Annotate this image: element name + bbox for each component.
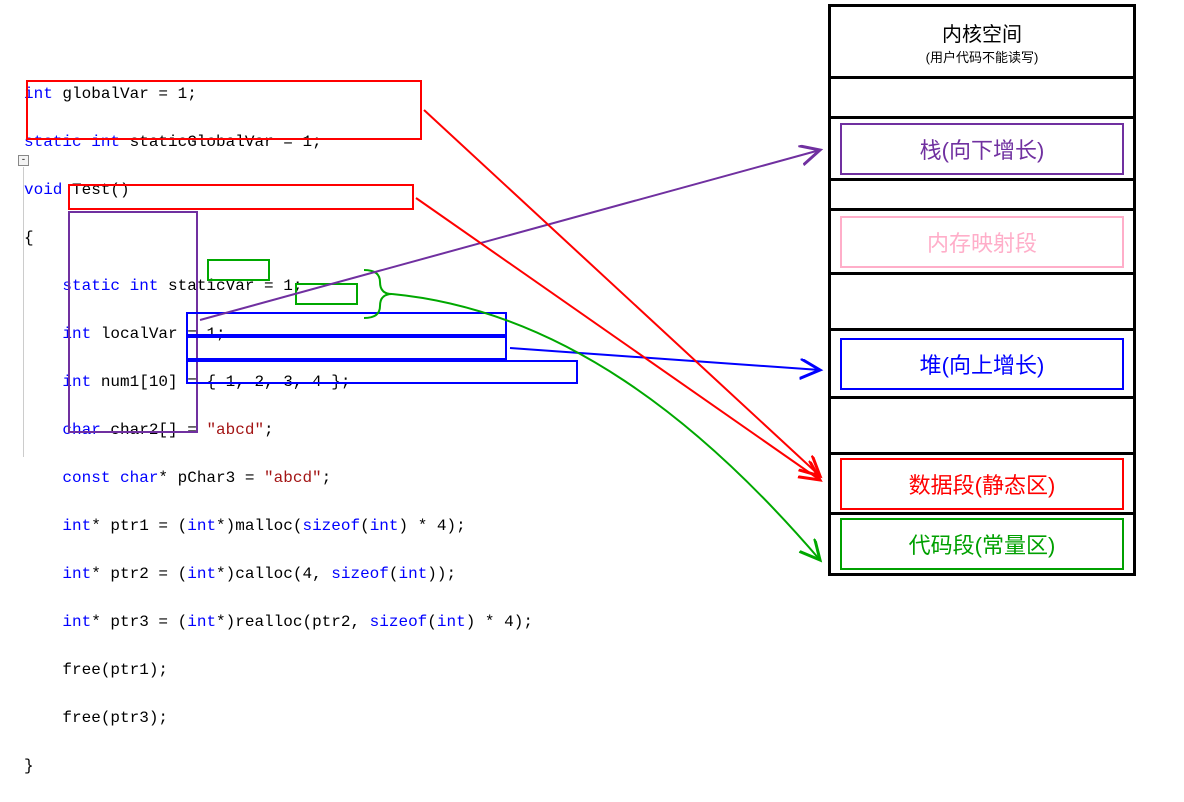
code-text: * ptr3 = ( bbox=[91, 613, 187, 631]
mem-heap-label: 堆(向上增长) bbox=[840, 338, 1124, 390]
code-str: "abcd" bbox=[206, 421, 264, 439]
arrow-heap bbox=[510, 348, 820, 370]
code-text: *)calloc(4, bbox=[216, 565, 331, 583]
code-kw: int bbox=[62, 373, 91, 391]
kernel-title: 内核空间 bbox=[942, 18, 1022, 47]
code-kw: int bbox=[187, 565, 216, 583]
code-text: ; bbox=[264, 421, 274, 439]
mem-stack: 栈(向下增长) bbox=[831, 119, 1133, 181]
code-kw: sizeof bbox=[331, 565, 389, 583]
code-kw: int bbox=[62, 325, 91, 343]
code-text: } bbox=[24, 757, 34, 775]
code-text: ( bbox=[427, 613, 437, 631]
mem-data-label: 数据段(静态区) bbox=[840, 458, 1124, 510]
mem-code-label: 代码段(常量区) bbox=[840, 518, 1124, 570]
mem-gap bbox=[831, 79, 1133, 119]
code-text: *)realloc(ptr2, bbox=[216, 613, 370, 631]
code-text: localVar = 1; bbox=[91, 325, 225, 343]
code-text: staticGlobalVar = 1; bbox=[120, 133, 322, 151]
mem-mmap-label: 内存映射段 bbox=[840, 216, 1124, 268]
code-kw: int bbox=[62, 565, 91, 583]
memory-layout: 内核空间 (用户代码不能读写) 栈(向下增长) 内存映射段 堆(向上增长) 数据… bbox=[828, 4, 1136, 576]
code-text: free(ptr3); bbox=[62, 709, 168, 727]
code-block: int globalVar = 1; static int staticGlob… bbox=[24, 58, 533, 802]
code-fn: Test() bbox=[62, 181, 129, 199]
code-text: *)malloc( bbox=[216, 517, 302, 535]
code-kw: int bbox=[24, 85, 53, 103]
code-kw: static int bbox=[24, 133, 120, 151]
code-text: ) * 4); bbox=[399, 517, 466, 535]
mem-code: 代码段(常量区) bbox=[831, 515, 1133, 573]
mem-kernel: 内核空间 (用户代码不能读写) bbox=[831, 7, 1133, 79]
code-kw: int bbox=[437, 613, 466, 631]
code-text: * ptr2 = ( bbox=[91, 565, 187, 583]
code-text: ( bbox=[360, 517, 370, 535]
code-kw: int bbox=[398, 565, 427, 583]
mem-gap bbox=[831, 399, 1133, 455]
mem-gap bbox=[831, 181, 1133, 211]
code-kw: sizeof bbox=[370, 613, 428, 631]
code-kw: int bbox=[187, 517, 216, 535]
code-kw: const char bbox=[62, 469, 158, 487]
code-kw: int bbox=[187, 613, 216, 631]
code-text: ; bbox=[322, 469, 332, 487]
code-kw: int bbox=[370, 517, 399, 535]
code-kw: int bbox=[62, 613, 91, 631]
code-text: * pChar3 = bbox=[158, 469, 264, 487]
code-text: char2[] = bbox=[101, 421, 207, 439]
code-text: staticVar = 1; bbox=[158, 277, 302, 295]
mem-data: 数据段(静态区) bbox=[831, 455, 1133, 515]
mem-heap: 堆(向上增长) bbox=[831, 331, 1133, 399]
code-kw: static int bbox=[62, 277, 158, 295]
code-kw: void bbox=[24, 181, 62, 199]
mem-mmap: 内存映射段 bbox=[831, 211, 1133, 275]
code-text: globalVar = 1; bbox=[53, 85, 197, 103]
code-kw: sizeof bbox=[302, 517, 360, 535]
code-kw: char bbox=[62, 421, 100, 439]
code-kw: int bbox=[62, 517, 91, 535]
kernel-sub: (用户代码不能读写) bbox=[926, 47, 1039, 66]
code-text: num1[10] = { 1, 2, 3, 4 }; bbox=[91, 373, 350, 391]
code-str: "abcd" bbox=[264, 469, 322, 487]
code-text: free(ptr1); bbox=[62, 661, 168, 679]
mem-stack-label: 栈(向下增长) bbox=[840, 123, 1124, 175]
code-text: )); bbox=[427, 565, 456, 583]
code-text: { bbox=[24, 229, 34, 247]
mem-gap bbox=[831, 275, 1133, 331]
code-text: * ptr1 = ( bbox=[91, 517, 187, 535]
code-text: ) * 4); bbox=[466, 613, 533, 631]
